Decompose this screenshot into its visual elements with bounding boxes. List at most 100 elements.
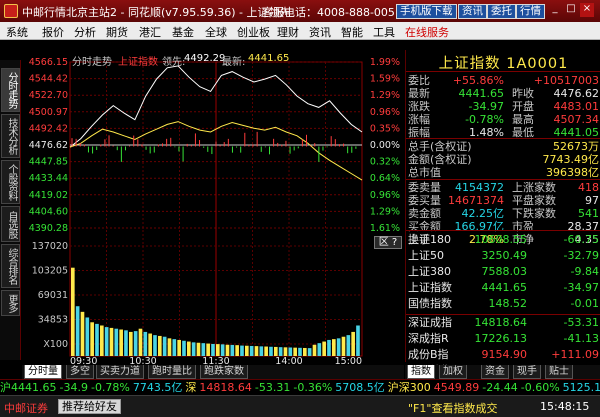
- tab-tips[interactable]: 贴士: [545, 365, 573, 379]
- volume-bar: [327, 339, 331, 356]
- volume-bar: [187, 341, 191, 356]
- volume-bar: [109, 327, 114, 356]
- quote-label: 买金额: [408, 220, 441, 233]
- tab-volume-ratio[interactable]: 跑时量比: [148, 365, 196, 379]
- ticker-item: -24.44: [482, 381, 518, 394]
- entrust-button[interactable]: 委托: [487, 4, 516, 19]
- menu-futures[interactable]: 期货: [106, 24, 128, 40]
- menu-global[interactable]: 全球: [205, 24, 227, 40]
- quote-label-2: 开盘: [512, 100, 534, 113]
- pct-tick-label: 0.96%: [370, 107, 400, 118]
- quote-value-2: 4507.34: [553, 113, 600, 126]
- news-button[interactable]: 资讯: [458, 4, 487, 19]
- index-name: 上证50: [408, 249, 444, 262]
- minimize-icon[interactable]: _: [548, 3, 562, 17]
- pct-tick-label: 1.61%: [370, 223, 400, 234]
- index-change: -9.84: [570, 265, 599, 278]
- menu-gem[interactable]: 创业板: [237, 24, 270, 40]
- intraday-chart[interactable]: 4566.15 1.99% 4544.42 1.59% 4522.70 1.29% 4500…: [22, 50, 404, 365]
- index-name: 上证180: [408, 233, 451, 246]
- menu-smart[interactable]: 智能: [341, 24, 363, 40]
- volume-bar: [206, 343, 210, 356]
- menu-bar: 系统 报价 分析 期货 港汇 基金 全球 创业板 理财 资讯 智能 工具 在线服…: [0, 22, 600, 40]
- lead-label: 领先:: [162, 57, 186, 68]
- volume-bar: [264, 346, 268, 356]
- quote-row: 委比 +55.86% +10517003: [408, 74, 599, 87]
- volume-bar: [119, 329, 123, 356]
- volume-bar: [104, 327, 109, 356]
- volume-bar: [303, 347, 307, 356]
- menu-tools[interactable]: 工具: [373, 24, 395, 40]
- index-name: 上证380: [408, 265, 451, 278]
- left-tab-more[interactable]: 更多: [1, 290, 20, 316]
- volume-tick-label: 103205: [32, 266, 68, 277]
- volume-bar: [129, 331, 133, 356]
- tab-long-short[interactable]: 多空: [66, 365, 94, 379]
- volume-bar: [336, 338, 341, 356]
- chart-title: 分时走势: [72, 57, 112, 68]
- menu-news[interactable]: 资讯: [309, 24, 331, 40]
- volume-bar: [158, 335, 162, 356]
- quote-value: 4441.65: [458, 87, 505, 100]
- close-icon[interactable]: ×: [580, 3, 594, 17]
- menu-quotes[interactable]: 报价: [42, 24, 64, 40]
- chart-tab-strip: 分时量 多空 买卖力道 跑时量比 跑跌家数: [22, 365, 404, 379]
- index-change: -0.01: [570, 297, 599, 310]
- quotes-button[interactable]: 行情: [516, 4, 545, 19]
- volume-tick-label: X100: [43, 339, 68, 350]
- tab-buy-sell-power[interactable]: 买卖力道: [96, 365, 144, 379]
- recommend-button[interactable]: 推荐给好友: [58, 399, 121, 414]
- pct-tick-label: 0.35%: [370, 123, 400, 134]
- volume-bar: [356, 325, 360, 356]
- ticker-item: 5708.5亿: [335, 381, 385, 394]
- left-tab-stock-info[interactable]: 个股资料: [1, 160, 20, 204]
- menu-system[interactable]: 系统: [6, 24, 28, 40]
- status-bar: 中邮证券 推荐给好友 "F1"查看指数成交 15:48:15: [0, 395, 600, 417]
- ticker-item: -0.36%: [293, 381, 333, 394]
- menu-analysis[interactable]: 分析: [74, 24, 96, 40]
- divider: [406, 71, 600, 72]
- volume-bar: [124, 330, 128, 356]
- quote-label-2: 昨收: [512, 87, 534, 100]
- menu-hk-fx[interactable]: 港汇: [139, 24, 161, 40]
- menu-online-service[interactable]: 在线服务: [405, 24, 449, 40]
- left-tab-ranking[interactable]: 综合排名: [1, 244, 20, 288]
- market-ticker[interactable]: 沪4441.65 -34.9 -0.78% 7743.5亿深 14818.64 -53.3…: [0, 379, 600, 395]
- quote-row: 委买量 14671374 平盘家数 97: [408, 194, 599, 207]
- chart-svg: 4566.15 1.99% 4544.42 1.59% 4522.70 1.29% 4500…: [29, 57, 400, 365]
- tab-current-volume[interactable]: 现手: [513, 365, 541, 379]
- volume-bar: [191, 342, 196, 356]
- tab-weighted[interactable]: 加权: [439, 365, 467, 379]
- volume-bar: [143, 331, 148, 356]
- left-tab-timeshare[interactable]: 分时走势: [1, 68, 20, 112]
- price-tick-label: 4476.62: [29, 140, 68, 151]
- zoom-toggle-icon[interactable]: 区 ?: [374, 236, 402, 249]
- tab-timeshare-volume[interactable]: 分时量: [24, 365, 62, 379]
- ticker-item: -0.78%: [90, 381, 130, 394]
- maximize-icon[interactable]: □: [564, 3, 578, 17]
- app-icon: [4, 4, 18, 18]
- menu-funds[interactable]: 基金: [172, 24, 194, 40]
- tab-advance-decline[interactable]: 跑跌家数: [200, 365, 248, 379]
- quote-row: 涨跌 -34.97 开盘 4483.01: [408, 100, 599, 113]
- volume-bar: [274, 346, 278, 356]
- tab-index[interactable]: 指数: [407, 365, 435, 379]
- quote-row: 金额(含权证) 7743.49亿: [408, 153, 599, 166]
- tab-capital[interactable]: 资金: [481, 365, 509, 379]
- menu-wealth[interactable]: 理财: [277, 24, 299, 40]
- quote-value: 7743.49亿: [542, 153, 600, 166]
- quote-value: 52673万: [553, 140, 599, 153]
- mobile-download-button[interactable]: 手机版下载: [396, 4, 457, 19]
- left-tab-technical[interactable]: 技术分析: [1, 114, 20, 158]
- index-value: 148.52: [488, 297, 528, 310]
- quote-row: 买金额 166.97亿 市盈 28.37: [408, 220, 599, 233]
- ticker-item: 沪深300: [387, 381, 431, 394]
- left-tab-watchlist[interactable]: 自选股: [1, 206, 20, 242]
- index-name: 国债指数: [408, 297, 452, 310]
- quote-value-2: 4476.62: [553, 87, 600, 100]
- quote-label: 卖金额: [408, 207, 441, 220]
- volume-tick-label: 69031: [38, 290, 68, 301]
- index-row: 上证180 10608.55 -60.75: [408, 233, 599, 246]
- volume-bar: [167, 338, 172, 356]
- divider: [406, 230, 600, 231]
